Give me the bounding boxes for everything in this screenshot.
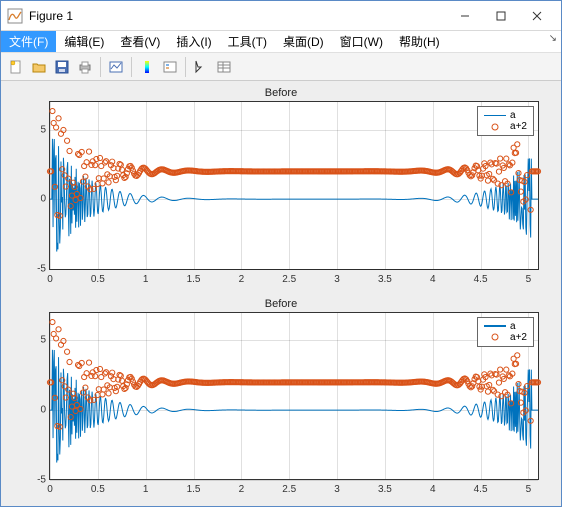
x-tick-label: 0 (47, 484, 53, 495)
y-tick-label: 0 (20, 194, 46, 205)
insert-legend-button[interactable] (159, 56, 181, 78)
titlebar: Figure 1 (1, 1, 561, 31)
subplot-1: Before a a+2 00.511.522.533.544.55-505 (11, 87, 551, 286)
x-tick-label: 4.5 (474, 484, 488, 495)
x-tick-label: 5 (526, 274, 532, 285)
toolbar-separator (185, 57, 186, 77)
x-tick-label: 5 (526, 484, 532, 495)
y-tick-label: -5 (20, 264, 46, 275)
x-tick-label: 1.5 (187, 274, 201, 285)
link-plot-button[interactable] (105, 56, 127, 78)
menu-window[interactable]: 窗口(W) (332, 31, 391, 52)
toolbar-separator (100, 57, 101, 77)
menubar: 文件(F) 编辑(E) 查看(V) 插入(I) 工具(T) 桌面(D) 窗口(W… (1, 31, 561, 53)
menu-file[interactable]: 文件(F) (1, 31, 56, 52)
maximize-button[interactable] (483, 2, 519, 30)
y-tick-label: 5 (20, 124, 46, 135)
menu-view[interactable]: 查看(V) (112, 31, 168, 52)
x-tick-label: 2 (239, 274, 245, 285)
subplot-2: Before a a+2 00.511.522.533.544.55-505 (11, 298, 551, 497)
menu-help[interactable]: 帮助(H) (391, 31, 448, 52)
open-button[interactable] (28, 56, 50, 78)
plot-title-2: Before (11, 298, 551, 310)
menu-insert[interactable]: 插入(I) (168, 31, 219, 52)
axes-1[interactable]: a a+2 00.511.522.533.544.55-505 (49, 101, 539, 270)
insert-colorbar-button[interactable] (136, 56, 158, 78)
figure-area: Before a a+2 00.511.522.533.544.55-505 B… (1, 81, 561, 506)
window-title: Figure 1 (29, 9, 447, 23)
legend-label-a: a (510, 321, 516, 332)
close-button[interactable] (519, 2, 555, 30)
legend-swatch-line-icon (484, 325, 506, 327)
legend-2[interactable]: a a+2 (477, 317, 534, 347)
plot-canvas-1 (50, 102, 538, 269)
print-button[interactable] (74, 56, 96, 78)
menu-desktop[interactable]: 桌面(D) (275, 31, 332, 52)
x-tick-label: 2 (239, 484, 245, 495)
x-tick-label: 2.5 (282, 484, 296, 495)
legend-swatch-circle-icon (484, 333, 506, 341)
x-tick-label: 3.5 (378, 484, 392, 495)
x-tick-label: 4 (430, 484, 436, 495)
legend-label-a: a (510, 110, 516, 121)
toolbar-separator (131, 57, 132, 77)
x-tick-label: 1 (143, 484, 149, 495)
x-tick-label: 3 (334, 274, 340, 285)
plot-canvas-2 (50, 313, 538, 480)
x-tick-label: 2.5 (282, 274, 296, 285)
edit-plot-button[interactable] (190, 56, 212, 78)
legend-entry-a2: a+2 (484, 332, 527, 343)
legend-swatch-line-icon (484, 115, 506, 117)
legend-label-a2: a+2 (510, 121, 527, 132)
toolbar (1, 53, 561, 81)
menu-edit[interactable]: 编辑(E) (56, 31, 112, 52)
legend-entry-a: a (484, 321, 527, 332)
x-tick-label: 3.5 (378, 274, 392, 285)
open-property-inspector-button[interactable] (213, 56, 235, 78)
y-tick-label: -5 (20, 474, 46, 485)
y-tick-label: 5 (20, 335, 46, 346)
toolbar-overflow-icon[interactable]: ↘ (549, 33, 557, 44)
x-tick-label: 3 (334, 484, 340, 495)
x-tick-label: 0.5 (91, 274, 105, 285)
x-tick-label: 0.5 (91, 484, 105, 495)
plot-title-1: Before (11, 87, 551, 99)
legend-1[interactable]: a a+2 (477, 106, 534, 136)
legend-entry-a: a (484, 110, 527, 121)
save-button[interactable] (51, 56, 73, 78)
y-tick-label: 0 (20, 404, 46, 415)
new-figure-button[interactable] (5, 56, 27, 78)
legend-label-a2: a+2 (510, 332, 527, 343)
x-tick-label: 1.5 (187, 484, 201, 495)
minimize-button[interactable] (447, 2, 483, 30)
x-tick-label: 0 (47, 274, 53, 285)
x-tick-label: 4 (430, 274, 436, 285)
matlab-figure-icon (7, 8, 23, 24)
legend-swatch-circle-icon (484, 123, 506, 131)
menu-tools[interactable]: 工具(T) (220, 31, 275, 52)
x-tick-label: 4.5 (474, 274, 488, 285)
axes-2[interactable]: a a+2 00.511.522.533.544.55-505 (49, 312, 539, 481)
x-tick-label: 1 (143, 274, 149, 285)
legend-entry-a2: a+2 (484, 121, 527, 132)
